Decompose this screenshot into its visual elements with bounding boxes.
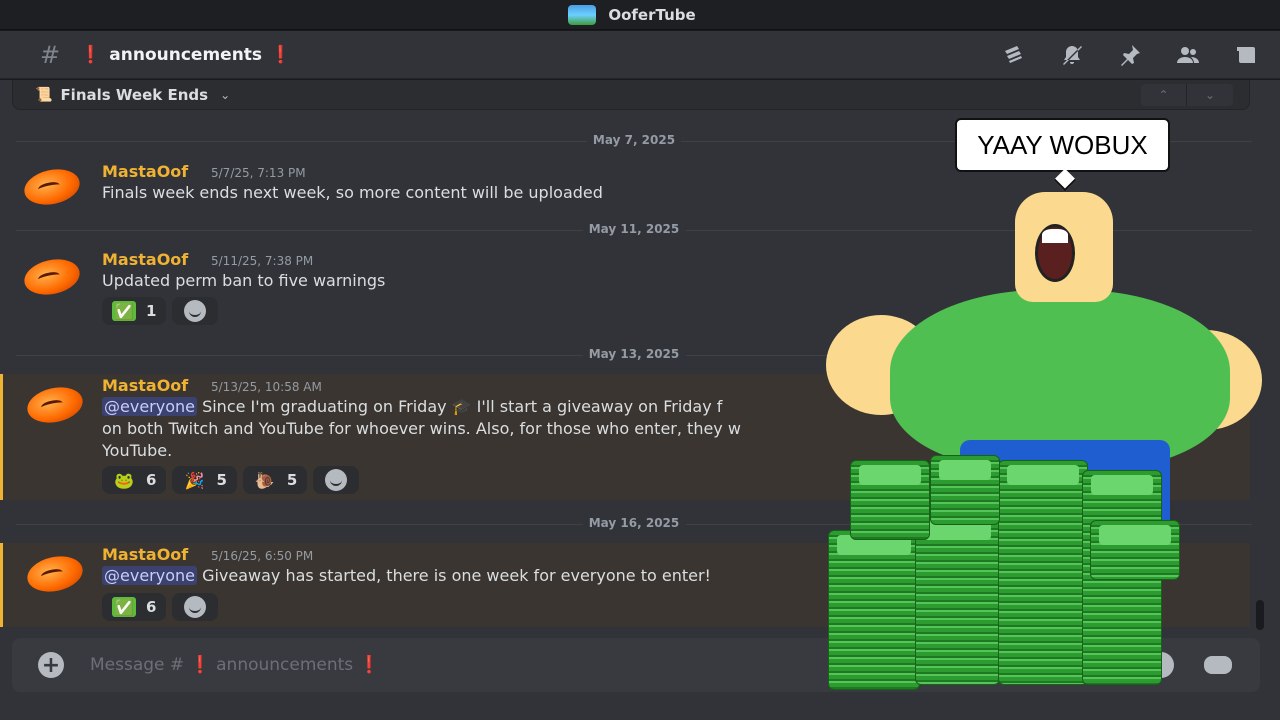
- thread-bar[interactable]: 📜 Finals Week Ends ⌄ ⌃ ⌄: [12, 80, 1250, 110]
- notifications-muted-icon[interactable]: [1058, 41, 1086, 69]
- exclamation-icon: ❗: [80, 44, 102, 65]
- message-timestamp: 5/7/25, 7:13 PM: [211, 166, 306, 180]
- message-author[interactable]: MastaOof: [102, 250, 188, 269]
- avatar[interactable]: [21, 254, 83, 300]
- cash-stack: [998, 460, 1088, 685]
- cash-stack: [1090, 520, 1180, 580]
- check-icon: ✅: [112, 597, 136, 617]
- message-author[interactable]: MastaOof: [102, 376, 188, 395]
- reactions: ✅ 6: [102, 593, 219, 621]
- thread-title: Finals Week Ends: [60, 85, 209, 104]
- header-toolbar: [1000, 31, 1260, 79]
- plus-icon[interactable]: +: [38, 652, 64, 678]
- exclamation-icon: ❗: [270, 44, 292, 65]
- thread-icon: 📜: [35, 86, 53, 103]
- reaction-count: 6: [146, 598, 157, 616]
- add-reaction-button[interactable]: [172, 297, 219, 325]
- reaction[interactable]: 🐸 6: [102, 466, 167, 494]
- avatar[interactable]: [24, 382, 86, 428]
- reactions: 🐸 6 🎉 5 🐌 5: [102, 466, 360, 494]
- party-popper-icon: 🎉: [184, 470, 205, 490]
- channel-name: announcements: [109, 44, 263, 65]
- reaction-count: 1: [146, 302, 157, 320]
- meme-overlay: YAAY WOBUX: [820, 110, 1270, 700]
- reaction-count: 6: [146, 471, 157, 489]
- reaction-count: 5: [216, 471, 227, 489]
- chevron-up-icon[interactable]: ⌃: [1141, 84, 1187, 106]
- message-timestamp: 5/13/25, 10:58 AM: [211, 380, 322, 394]
- reaction[interactable]: ✅ 6: [102, 593, 167, 621]
- date-divider-label: May 11, 2025: [582, 222, 686, 236]
- cash-stack: [828, 530, 920, 690]
- mention-everyone[interactable]: @everyone: [102, 397, 197, 416]
- reaction[interactable]: ✅ 1: [102, 297, 167, 325]
- reactions: ✅ 1: [102, 297, 219, 325]
- thread-nav: ⌃ ⌄: [1141, 84, 1233, 106]
- avatar[interactable]: [21, 164, 83, 210]
- channel-header: # ❗ announcements ❗: [0, 31, 1280, 79]
- date-divider-label: May 13, 2025: [582, 347, 686, 361]
- message-input[interactable]: [90, 655, 790, 675]
- smile-icon: [184, 596, 207, 618]
- pin-icon[interactable]: [1116, 41, 1144, 69]
- server-icon: [568, 4, 597, 25]
- message-timestamp: 5/16/25, 6:50 PM: [211, 549, 314, 563]
- mention-everyone[interactable]: @everyone: [102, 566, 197, 585]
- reaction-count: 5: [286, 471, 298, 489]
- window-title: OoferTube: [608, 5, 696, 24]
- character-mouth: [1035, 224, 1075, 282]
- threads-list-icon[interactable]: [1232, 41, 1260, 69]
- message-text-line3: YouTube.: [102, 441, 173, 460]
- reaction[interactable]: 🎉 5: [172, 466, 237, 494]
- message-author[interactable]: MastaOof: [102, 545, 188, 564]
- message-timestamp: 5/11/25, 7:38 PM: [211, 254, 314, 268]
- reaction[interactable]: 🐌 5: [242, 466, 308, 494]
- window-titlebar: OoferTube: [0, 0, 1280, 30]
- date-divider-label: May 7, 2025: [586, 133, 682, 147]
- cash-stack: [915, 515, 1000, 685]
- check-icon: ✅: [112, 301, 136, 321]
- add-reaction-button[interactable]: [172, 593, 219, 621]
- add-reaction-button[interactable]: [313, 466, 360, 494]
- message-text-body: Giveaway has started, there is one week …: [202, 566, 711, 585]
- smile-icon: [325, 469, 348, 491]
- speech-bubble: YAAY WOBUX: [955, 118, 1170, 172]
- date-divider-label: May 16, 2025: [582, 516, 686, 530]
- member-list-icon[interactable]: [1174, 41, 1202, 69]
- message-text-line2: on both Twitch and YouTube for whoever w…: [102, 419, 741, 438]
- snail-icon: 🐌: [254, 470, 275, 490]
- cash-stack: [850, 460, 930, 540]
- hash-icon: #: [40, 40, 61, 69]
- avatar[interactable]: [24, 551, 86, 597]
- threads-icon[interactable]: [1000, 41, 1028, 69]
- message-author[interactable]: MastaOof: [102, 162, 188, 181]
- cash-stack: [930, 455, 1000, 525]
- chevron-down-icon[interactable]: ⌄: [1187, 84, 1233, 106]
- frog-icon: 🐸: [114, 470, 134, 490]
- chevron-down-icon[interactable]: ⌄: [220, 88, 230, 102]
- smile-icon: [184, 300, 207, 322]
- message-text-line1: Since I'm graduating on Friday 🎓 I'll st…: [202, 397, 723, 416]
- character-head: [1015, 192, 1113, 302]
